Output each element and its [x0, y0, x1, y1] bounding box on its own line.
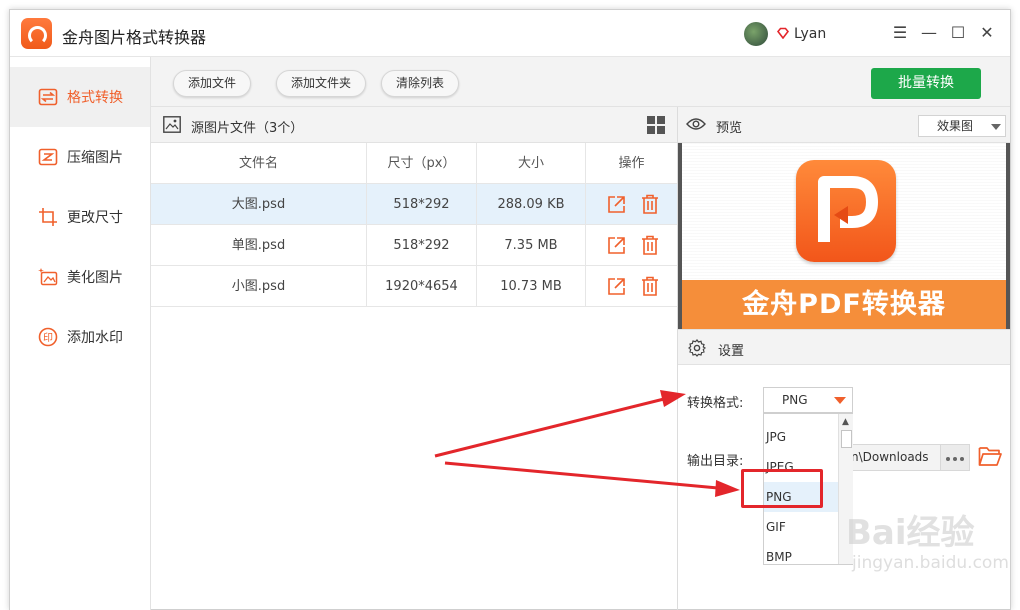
column-header-actions: 操作 [618, 156, 645, 171]
browse-button[interactable] [941, 444, 970, 471]
menu-button[interactable]: ☰ [890, 23, 910, 43]
format-label: 转换格式: [687, 396, 744, 411]
sidebar-item-resize[interactable]: 更改尺寸 [10, 187, 150, 247]
format-select[interactable]: PNG [763, 387, 853, 413]
annotation-highlight-box [741, 469, 823, 508]
sidebar-item-watermark[interactable]: 印 添加水印 [10, 307, 150, 367]
sidebar-item-format-convert[interactable]: 格式转换 [10, 67, 150, 127]
dropdown-scrollbar[interactable]: ▲ [838, 414, 853, 564]
row-actions [586, 225, 677, 266]
delete-icon[interactable] [641, 276, 659, 296]
preview-mode-select[interactable]: 效果图 [918, 115, 1006, 137]
add-file-button[interactable]: 添加文件 [173, 70, 252, 97]
file-size: 288.09 KB [477, 184, 586, 225]
row-actions [586, 184, 677, 225]
batch-convert-button[interactable]: 批量转换 [871, 68, 981, 99]
sidebar-item-label: 更改尺寸 [67, 210, 123, 226]
table-header-row: 文件名 尺寸（px） 大小 操作 [151, 143, 677, 184]
row-actions [586, 266, 677, 307]
file-dimensions: 1920*4654 [367, 266, 477, 307]
maximize-button[interactable]: ☐ [948, 23, 968, 43]
title-bar: 金舟图片格式转换器 Lyan ☰ — ☐ ✕ [10, 10, 1010, 57]
sidebar-item-label: 压缩图片 [67, 150, 123, 166]
sidebar-item-label: 添加水印 [67, 330, 123, 346]
column-header-size: 大小 [477, 143, 586, 184]
folder-icon[interactable] [978, 445, 1002, 467]
grid-view-icon[interactable] [647, 116, 665, 134]
files-panel-title: 源图片文件（3个） [191, 121, 304, 136]
beautify-icon [38, 268, 58, 286]
file-size: 10.73 MB [477, 266, 586, 307]
column-header-filename: 文件名 [151, 143, 367, 184]
chevron-down-icon [991, 124, 1001, 130]
delete-icon[interactable] [641, 194, 659, 214]
output-dir-label: 输出目录: [687, 454, 744, 469]
file-size: 7.35 MB [477, 225, 586, 266]
user-name[interactable]: Lyan [794, 26, 826, 42]
settings-title: 设置 [718, 344, 745, 359]
file-name: 小图.psd [151, 266, 367, 307]
file-dimensions: 518*292 [367, 184, 477, 225]
compress-icon [38, 148, 58, 166]
clear-list-button[interactable]: 清除列表 [381, 70, 460, 97]
format-option-jpg[interactable]: JPG [764, 422, 838, 452]
sidebar-item-beautify[interactable]: 美化图片 [10, 247, 150, 307]
watermark-icon: 印 [38, 327, 58, 347]
table-row[interactable]: 大图.psd 518*292 288.09 KB [151, 184, 677, 225]
format-option-gif[interactable]: GIF [764, 512, 838, 542]
preview-title: 预览 [716, 121, 743, 136]
sidebar: 格式转换 压缩图片 更改尺寸 美化图片 印 添加水印 [10, 57, 151, 610]
format-select-value: PNG [782, 393, 808, 407]
minimize-button[interactable]: — [919, 23, 939, 43]
scrollbar-thumb[interactable] [841, 430, 852, 448]
settings-panel-header: 设置 [678, 329, 1010, 365]
open-external-icon[interactable] [607, 195, 626, 214]
preview-image: 金舟PDF转换器 [678, 143, 1010, 329]
delete-icon[interactable] [641, 235, 659, 255]
sidebar-item-label: 格式转换 [67, 90, 123, 106]
file-name: 单图.psd [151, 225, 367, 266]
vip-diamond-icon [777, 27, 789, 39]
svg-text:印: 印 [43, 332, 53, 344]
swap-icon [38, 88, 58, 106]
pdf-app-logo-icon [796, 160, 896, 262]
table-row[interactable]: 小图.psd 1920*4654 10.73 MB [151, 266, 677, 307]
open-external-icon[interactable] [607, 236, 626, 255]
sidebar-item-label: 美化图片 [67, 270, 123, 286]
add-folder-button[interactable]: 添加文件夹 [276, 70, 367, 97]
image-icon [163, 116, 181, 133]
preview-panel-header: 预览 效果图 [678, 107, 1010, 143]
toolbar: 添加文件 添加文件夹 清除列表 批量转换 [151, 57, 1010, 107]
file-dimensions: 518*292 [367, 225, 477, 266]
output-dir-value: n\Downloads [851, 450, 929, 464]
output-dir-field[interactable]: n\Downloads [845, 444, 941, 471]
app-window: 金舟图片格式转换器 Lyan ☰ — ☐ ✕ 格式转换 压缩图片 更改尺寸 美化… [9, 9, 1011, 610]
chevron-down-icon [834, 397, 846, 404]
format-option-bmp[interactable]: BMP [764, 542, 838, 564]
files-panel-header: 源图片文件（3个） [151, 107, 677, 143]
avatar[interactable] [744, 22, 768, 46]
sidebar-item-compress[interactable]: 压缩图片 [10, 127, 150, 187]
scroll-up-icon[interactable]: ▲ [842, 417, 849, 427]
eye-icon [686, 118, 706, 130]
file-name: 大图.psd [151, 184, 367, 225]
crop-icon [39, 208, 57, 226]
table-row[interactable]: 单图.psd 518*292 7.35 MB [151, 225, 677, 266]
close-button[interactable]: ✕ [977, 23, 997, 43]
preview-banner-text: 金舟PDF转换器 [682, 280, 1006, 329]
column-header-dimensions: 尺寸（px） [367, 143, 477, 184]
app-title: 金舟图片格式转换器 [62, 28, 207, 47]
open-external-icon[interactable] [607, 277, 626, 296]
gear-icon [688, 339, 706, 357]
app-logo-icon [21, 18, 52, 49]
preview-mode-value: 效果图 [937, 119, 974, 133]
